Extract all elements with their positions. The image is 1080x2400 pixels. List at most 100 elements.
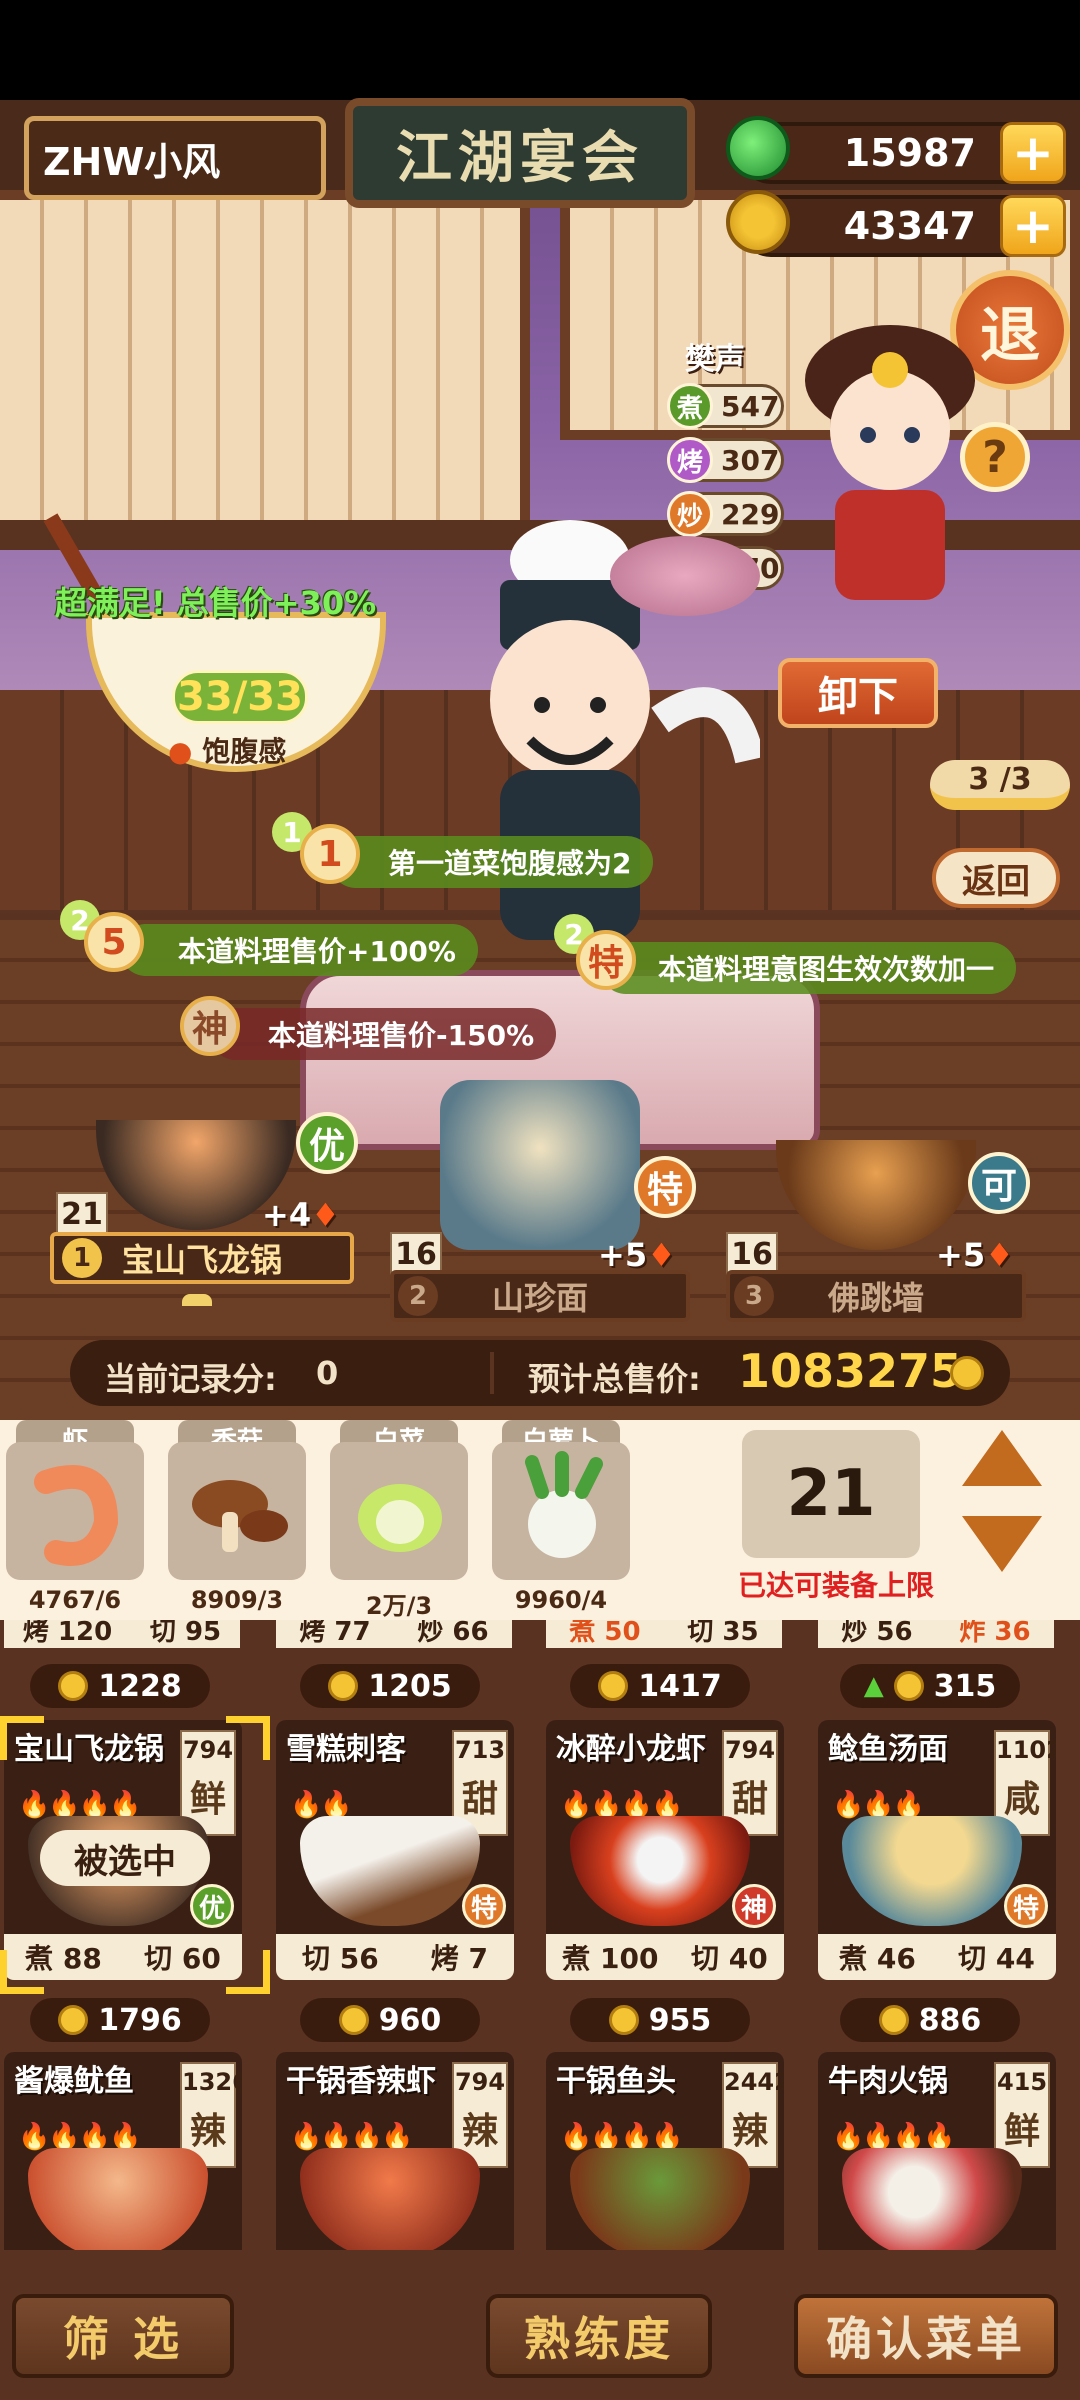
skill-strip: 烤 120 切 95 [4, 1620, 240, 1648]
satiety-label-text: 饱腹感 [202, 735, 287, 768]
total-value: 1083275 [738, 1344, 963, 1398]
recipe-name: 酱爆鱿鱼 [14, 2064, 134, 2099]
flame-icon: ♦ [647, 1236, 676, 1274]
increase-arrow-icon[interactable] [962, 1430, 1042, 1486]
coin-add-button[interactable]: + [1000, 195, 1066, 257]
ingredient-count: 8909/3 [190, 1586, 284, 1614]
unload-button[interactable]: 卸下 [778, 658, 938, 728]
dish-mountain-noodle-image[interactable] [440, 1080, 640, 1250]
skill-strip: 煮 100 切 40 [546, 1934, 784, 1980]
skill: 切 40 [691, 1942, 768, 1975]
ingredient-radish[interactable] [492, 1442, 630, 1580]
taste-label: 鲜 [1003, 2110, 1040, 2152]
price-value: 886 [918, 2002, 982, 2038]
radish-icon [525, 1451, 603, 1558]
bonus-value: +5 [598, 1236, 648, 1274]
prev-row-skills: 烤 120 切 95 烤 77 炒 66 煮 50 切 35 炒 56 炸 36 [0, 1620, 1080, 1650]
bonus-value: +4 [262, 1196, 312, 1234]
skill: 切 95 [149, 1620, 222, 1647]
back-button[interactable]: 返回 [932, 848, 1060, 908]
cabbage-icon [358, 1484, 442, 1552]
ingredient-mushroom[interactable] [168, 1442, 306, 1580]
grade-badge: 特 [634, 1156, 696, 1218]
taste-label: 鲜 [189, 1778, 226, 1820]
recipe-value: 713 [454, 1736, 506, 1764]
upgrade-arrow-icon: ▲ [863, 1671, 884, 1701]
skill: 炒 66 [417, 1620, 489, 1647]
skill: 煮 100 [562, 1942, 659, 1975]
record-value: 0 [316, 1354, 339, 1392]
recipe-price: 955 [570, 1998, 750, 2042]
decrease-arrow-icon[interactable] [962, 1516, 1042, 1572]
status-bar [0, 0, 1080, 100]
dish-name: 山珍面 [491, 1279, 588, 1317]
dish-quantity: 21 [56, 1192, 108, 1236]
skill-strip: 炒 56 炸 36 [818, 1620, 1054, 1648]
dish-quantity-display: 21 [742, 1430, 920, 1558]
jade-add-button[interactable]: + [1000, 122, 1066, 184]
recipe-card[interactable]: 鲶鱼汤面 1102 咸 🔥🔥🔥 特 煮 46 切 44 [818, 1720, 1056, 1980]
active-indicator [182, 1294, 212, 1306]
coin-icon [58, 1671, 89, 1701]
dish-bonus: +4♦ [262, 1196, 340, 1234]
buff-intent-extra: 本道料理意图生效次数加一 [600, 942, 1017, 994]
price-value: 1228 [98, 1668, 182, 1704]
ingredient-cabbage[interactable] [330, 1442, 468, 1580]
recipe-card[interactable]: 干锅香辣虾 794 辣 🔥🔥🔥🔥 [276, 2052, 514, 2260]
taste-label: 咸 [1003, 1778, 1040, 1820]
selection-corner [226, 1950, 270, 1994]
coin-icon [950, 1356, 984, 1390]
price-value: 1796 [98, 2002, 182, 2038]
page-indicator: 3 /3 [930, 760, 1070, 810]
recipe-value: 1102 [996, 1736, 1056, 1764]
satiety-count: 33/33 [172, 670, 308, 724]
skill: 烤 7 [430, 1942, 488, 1975]
proficiency-button[interactable]: 熟练度 [486, 2294, 712, 2378]
taste-label: 辣 [461, 2110, 498, 2152]
grade-badge: 优 [190, 1884, 234, 1928]
coin-icon [608, 2005, 639, 2035]
recipe-card[interactable]: 酱爆鱿鱼 1326 辣 🔥🔥🔥🔥 [4, 2052, 242, 2260]
coin-value: 43347 [843, 204, 976, 248]
coin-icon [598, 1671, 629, 1701]
buff-text: 本道料理售价-150% [268, 1019, 535, 1052]
grade-badge: 特 [1004, 1884, 1048, 1928]
recipe-price: 1228 [30, 1664, 210, 1708]
coin-icon [726, 190, 790, 254]
recipe-card[interactable]: 干锅鱼头 2442 辣 🔥🔥🔥🔥 [546, 2052, 784, 2260]
dish-name: 佛跳墙 [827, 1279, 924, 1317]
confirm-menu-button[interactable]: 确认菜单 [794, 2294, 1058, 2378]
satiety-bonus-text: 超满足! 总售价+30% [55, 584, 377, 622]
buff-first-dish: 第一道菜饱腹感为2 [330, 836, 654, 888]
recipe-name: 牛肉火锅 [828, 2064, 948, 2099]
recipe-card[interactable]: 冰醉小龙虾 794 甜 🔥🔥🔥🔥 神 煮 100 切 40 [546, 1720, 784, 1980]
recipe-price: 1796 [30, 1998, 210, 2042]
player-name: ZHW小风 [24, 116, 326, 200]
jade-value: 15987 [843, 131, 976, 175]
chef-character[interactable] [790, 320, 990, 600]
price-value: 955 [648, 2002, 712, 2038]
skill: 炸 36 [959, 1620, 1031, 1647]
recipe-value: 2442 [724, 2068, 784, 2096]
recipe-card[interactable]: 雪糕刺客 713 甜 🔥🔥 特 切 56 烤 7 [276, 1720, 514, 1980]
buff-icon-five: 5 [84, 912, 144, 972]
filter-button[interactable]: 筛 选 [12, 2294, 234, 2378]
taste-label: 甜 [461, 1778, 498, 1820]
slot-number: 3 [734, 1276, 774, 1316]
ingredient-shrimp[interactable] [6, 1442, 144, 1580]
roast-icon: 烤 [667, 437, 713, 483]
mushroom-icon [192, 1480, 288, 1552]
recipe-price: 1417 [570, 1664, 750, 1708]
recipe-price: 960 [300, 1998, 480, 2042]
dish-bonus: +5♦ [936, 1236, 1014, 1274]
recipe-value: 794 [724, 1736, 776, 1764]
buff-text: 本道料理意图生效次数加一 [658, 953, 995, 986]
recipe-card[interactable]: 牛肉火锅 415 鲜 🔥🔥🔥🔥 [818, 2052, 1056, 2260]
recipe-name: 鲶鱼汤面 [828, 1732, 948, 1767]
grade-badge: 可 [968, 1152, 1030, 1214]
buff-text: 第一道菜饱腹感为2 [388, 847, 632, 880]
recipe-price: ▲ 315 [840, 1664, 1020, 1708]
recipe-name: 雪糕刺客 [286, 1732, 406, 1767]
skill-strip: 煮 46 切 44 [818, 1934, 1056, 1980]
buff-price-up: 本道料理售价+100% [120, 924, 478, 976]
